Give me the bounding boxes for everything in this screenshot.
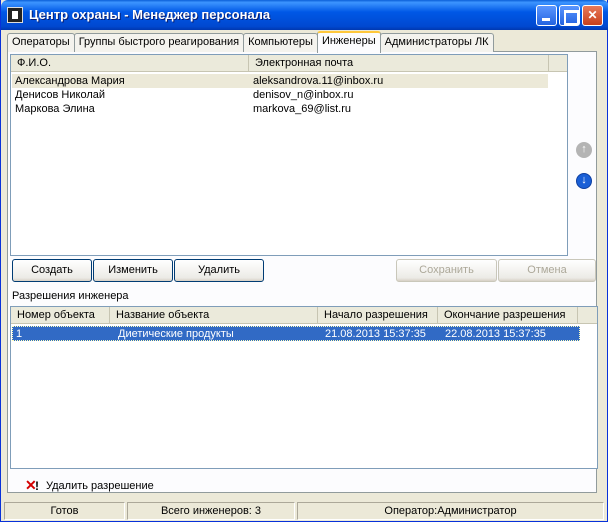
engineers-list[interactable]: Ф.И.О. Электронная почта Александрова Ма… <box>10 54 568 256</box>
app-icon <box>7 7 23 23</box>
tab-operators[interactable]: Операторы <box>7 33 75 52</box>
tab-admins-lk[interactable]: Администраторы ЛК <box>379 33 494 52</box>
table-row[interactable]: Маркова Элина markova_69@list.ru <box>12 102 548 116</box>
tab-strip: Операторы Группы быстрого реагирования К… <box>7 31 494 53</box>
table-row[interactable]: 1 Диетические продукты 21.08.2013 15:37:… <box>12 326 580 341</box>
column-header-object-name[interactable]: Название объекта <box>110 307 318 324</box>
status-bar: Готов Всего инженеров: 3 Оператор:Админи… <box>1 500 608 521</box>
cell-object-number: 1 <box>16 328 23 340</box>
move-up-arrow-icon[interactable]: ↑ <box>576 142 592 158</box>
tab-computers[interactable]: Компьютеры <box>243 33 318 52</box>
cell-name: Александрова Мария <box>15 75 125 87</box>
cell-email: aleksandrova.11@inbox.ru <box>253 75 384 87</box>
delete-x-icon: ✕! <box>25 477 39 493</box>
tab-response-groups[interactable]: Группы быстрого реагирования <box>73 33 245 52</box>
maximize-button[interactable] <box>559 5 580 26</box>
edit-button[interactable]: Изменить <box>93 259 173 282</box>
window-title: Центр охраны - Менеджер персонала <box>29 7 271 22</box>
engineers-header: Ф.И.О. Электронная почта <box>11 55 567 72</box>
table-row[interactable]: Александрова Мария aleksandrova.11@inbox… <box>12 74 548 88</box>
cell-name: Денисов Николай <box>15 89 106 101</box>
cell-start: 21.08.2013 15:37:35 <box>325 328 426 340</box>
move-down-arrow-icon[interactable]: ↓ <box>576 173 592 189</box>
create-button[interactable]: Создать <box>12 259 92 282</box>
close-button[interactable]: ✕ <box>582 5 603 26</box>
column-header-start[interactable]: Начало разрешения <box>318 307 438 324</box>
cell-email: markova_69@list.ru <box>253 103 351 115</box>
delete-permission-label: Удалить разрешение <box>46 480 154 492</box>
status-state: Готов <box>4 502 125 520</box>
permissions-header: Номер объекта Название объекта Начало ра… <box>11 307 597 324</box>
main-window: Центр охраны - Менеджер персонала ✕ Опер… <box>0 0 608 522</box>
cell-email: denisov_n@inbox.ru <box>253 89 354 101</box>
cell-object-name: Диетические продукты <box>118 328 234 340</box>
permissions-list[interactable]: Номер объекта Название объекта Начало ра… <box>10 306 598 469</box>
column-header-name[interactable]: Ф.И.О. <box>11 55 249 72</box>
column-header-object-number[interactable]: Номер объекта <box>11 307 110 324</box>
delete-button[interactable]: Удалить <box>174 259 264 282</box>
table-row[interactable]: Денисов Николай denisov_n@inbox.ru <box>12 88 548 102</box>
permissions-label: Разрешения инженера <box>12 290 129 302</box>
minimize-button[interactable] <box>536 5 557 26</box>
cancel-button[interactable]: Отмена <box>498 259 596 282</box>
title-bar[interactable]: Центр охраны - Менеджер персонала ✕ <box>1 0 608 30</box>
status-total: Всего инженеров: 3 <box>127 502 295 520</box>
cell-name: Маркова Элина <box>15 103 95 115</box>
column-header-email[interactable]: Электронная почта <box>249 55 549 72</box>
tab-engineers[interactable]: Инженеры <box>316 31 381 53</box>
status-operator: Оператор:Администратор <box>297 502 604 520</box>
column-header-end[interactable]: Окончание разрешения <box>438 307 578 324</box>
save-button[interactable]: Сохранить <box>396 259 497 282</box>
cell-end: 22.08.2013 15:37:35 <box>445 328 546 340</box>
